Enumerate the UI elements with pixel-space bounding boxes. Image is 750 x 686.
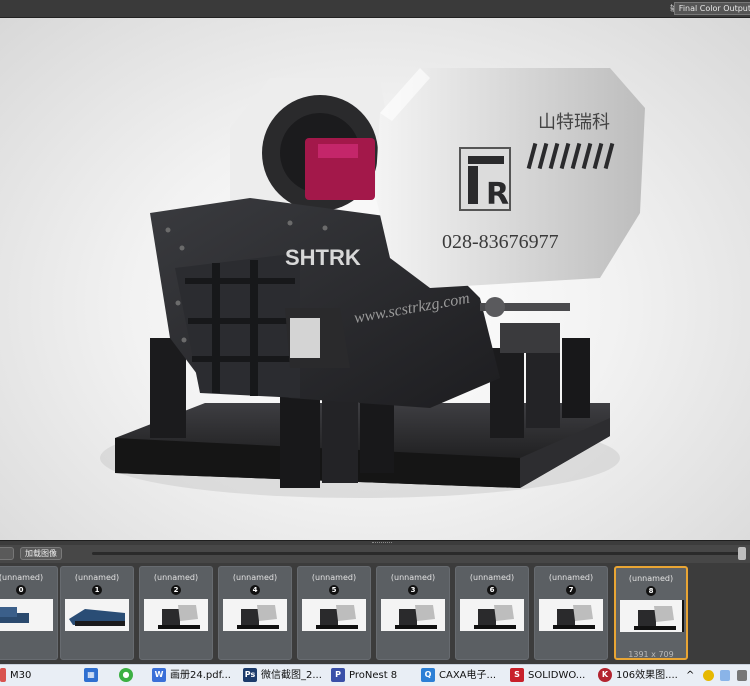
taskbar-item-wechat[interactable]: ●: [119, 668, 137, 684]
tray-volume-icon[interactable]: [737, 670, 747, 681]
taskbar-item-label: M30: [10, 670, 32, 681]
taskbar-item-m30[interactable]: M30: [0, 668, 31, 684]
jaw-crusher-render: 山特瑞科 R 028-83676977 SHTRK www.scstrkzg.c…: [100, 68, 645, 498]
thumbnail-name: (unnamed): [0, 573, 44, 582]
thumbnail-preview: [302, 599, 366, 631]
slider-knob[interactable]: [738, 547, 746, 560]
panel-chinese-text: 山特瑞科: [538, 112, 610, 133]
panel-phone-text: 028-83676977: [442, 231, 559, 253]
thumbnail-name: (unnamed): [74, 573, 120, 582]
splitter-grip[interactable]: [372, 542, 392, 544]
panel-logo-letter: R: [486, 177, 509, 212]
thumbnail-5[interactable]: (unnamed) 3: [376, 566, 450, 660]
thumbnail-preview: [223, 599, 287, 631]
thumbnail-number: 7: [566, 585, 576, 595]
filmstrip-toolbar: 加载图像: [0, 545, 750, 563]
taskbar-item-label: SOLIDWO...: [528, 670, 586, 681]
thumbnail-preview: [65, 599, 129, 631]
wechat-icon: ●: [119, 668, 133, 682]
tray-network-icon[interactable]: [720, 670, 730, 681]
thumbnail-name: (unnamed): [628, 574, 674, 583]
keyshot-icon: K: [598, 668, 612, 682]
taskbar-item-label: ProNest 8: [349, 670, 398, 681]
taskbar-item-pdf[interactable]: W 画册24.pdf...: [152, 668, 231, 684]
taskbar-item-photoshop[interactable]: Ps 微信截图_2...: [243, 668, 322, 684]
body-brand-text: SHTRK: [285, 245, 361, 270]
render-viewport[interactable]: 山特瑞科 R 028-83676977 SHTRK www.scstrkzg.c…: [0, 18, 750, 540]
taskbar-item-label: CAXA电子...: [439, 670, 497, 681]
thumbnail-name: (unnamed): [548, 573, 594, 582]
thumbnail-number: 0: [16, 585, 26, 595]
thumbnail-3[interactable]: (unnamed) 4: [218, 566, 292, 660]
taskbar-item-caxa[interactable]: Q CAXA电子...: [421, 668, 496, 684]
tray-app-icon[interactable]: [703, 670, 714, 681]
tray-chevron-icon[interactable]: ^: [686, 668, 694, 684]
thumbnail-number: 5: [329, 585, 339, 595]
thumbnail-preview: [460, 599, 524, 631]
taskbar-item-keyshot[interactable]: K 106效果图....: [598, 668, 678, 684]
thumbnail-number: 6: [487, 585, 497, 595]
taskbar-item-solidworks[interactable]: S SOLIDWO...: [510, 668, 585, 684]
thumbnail-number: 1: [92, 585, 102, 595]
thumbnail-name: (unnamed): [390, 573, 436, 582]
thumbnail-number: 2: [171, 585, 181, 595]
thumbnail-0[interactable]: (unnamed) 0: [0, 566, 58, 660]
thumbnail-name: (unnamed): [153, 573, 199, 582]
image-filmstrip: (unnamed) 0 (unnamed) 1 (unnamed) 2 (unn…: [0, 563, 750, 664]
thumbnail-7[interactable]: (unnamed) 7: [534, 566, 608, 660]
thumbnail-8-selected[interactable]: (unnamed) 8 1391 x 709: [614, 566, 688, 660]
taskbar-item-calculator[interactable]: ▦: [84, 668, 102, 684]
thumbnail-preview: [144, 599, 208, 631]
filmstrip-options-button[interactable]: [0, 547, 14, 560]
load-image-button[interactable]: 加载图像: [20, 547, 62, 560]
calculator-icon: ▦: [84, 668, 98, 682]
thumbnail-size: 1391 x 709: [628, 650, 674, 659]
output-select[interactable]: Final Color Output: [673, 2, 750, 15]
thumbnail-name: (unnamed): [232, 573, 278, 582]
solidworks-icon: S: [510, 668, 524, 682]
thumbnail-preview: [620, 600, 684, 632]
taskbar-item-label: 画册24.pdf...: [170, 670, 231, 681]
top-bar: 输出 Final Color Output: [0, 0, 750, 18]
app-icon: [0, 668, 6, 682]
thumbnail-preview: [0, 599, 53, 631]
pdf-icon: W: [152, 668, 166, 682]
thumbnail-name: (unnamed): [311, 573, 357, 582]
windows-taskbar: M30 ▦ ● W 画册24.pdf... Ps 微信截图_2... P ProNes…: [0, 664, 750, 686]
taskbar-item-pronest[interactable]: P ProNest 8: [331, 668, 397, 684]
thumbnail-name: (unnamed): [469, 573, 515, 582]
thumbnail-size-slider[interactable]: [92, 552, 742, 555]
thumbnail-number: 8: [646, 586, 656, 596]
thumbnail-preview: [381, 599, 445, 631]
taskbar-item-label: 106效果图....: [616, 670, 678, 681]
thumbnail-6[interactable]: (unnamed) 6: [455, 566, 529, 660]
taskbar-item-label: 微信截图_2...: [261, 670, 322, 681]
thumbnail-1[interactable]: (unnamed) 1: [60, 566, 134, 660]
thumbnail-number: 4: [250, 585, 260, 595]
thumbnail-2[interactable]: (unnamed) 2: [139, 566, 213, 660]
caxa-icon: Q: [421, 668, 435, 682]
photoshop-icon: Ps: [243, 668, 257, 682]
thumbnail-4[interactable]: (unnamed) 5: [297, 566, 371, 660]
pronest-icon: P: [331, 668, 345, 682]
thumbnail-preview: [539, 599, 603, 631]
thumbnail-number: 3: [408, 585, 418, 595]
